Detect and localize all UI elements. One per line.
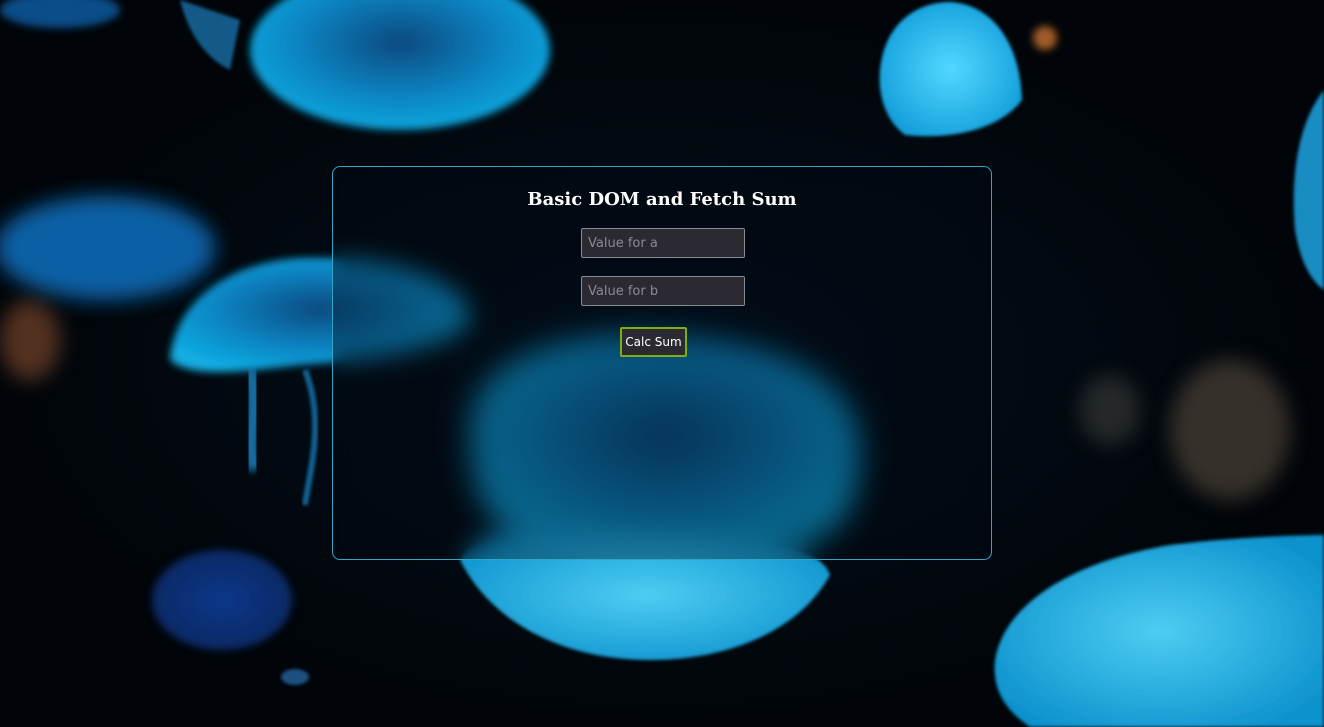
value-a-input[interactable] — [581, 228, 745, 258]
value-b-input[interactable] — [581, 276, 745, 306]
sum-form-card: Basic DOM and Fetch Sum Calc Sum — [332, 166, 992, 560]
calc-sum-button[interactable]: Calc Sum — [620, 327, 687, 357]
page-title: Basic DOM and Fetch Sum — [527, 189, 797, 210]
